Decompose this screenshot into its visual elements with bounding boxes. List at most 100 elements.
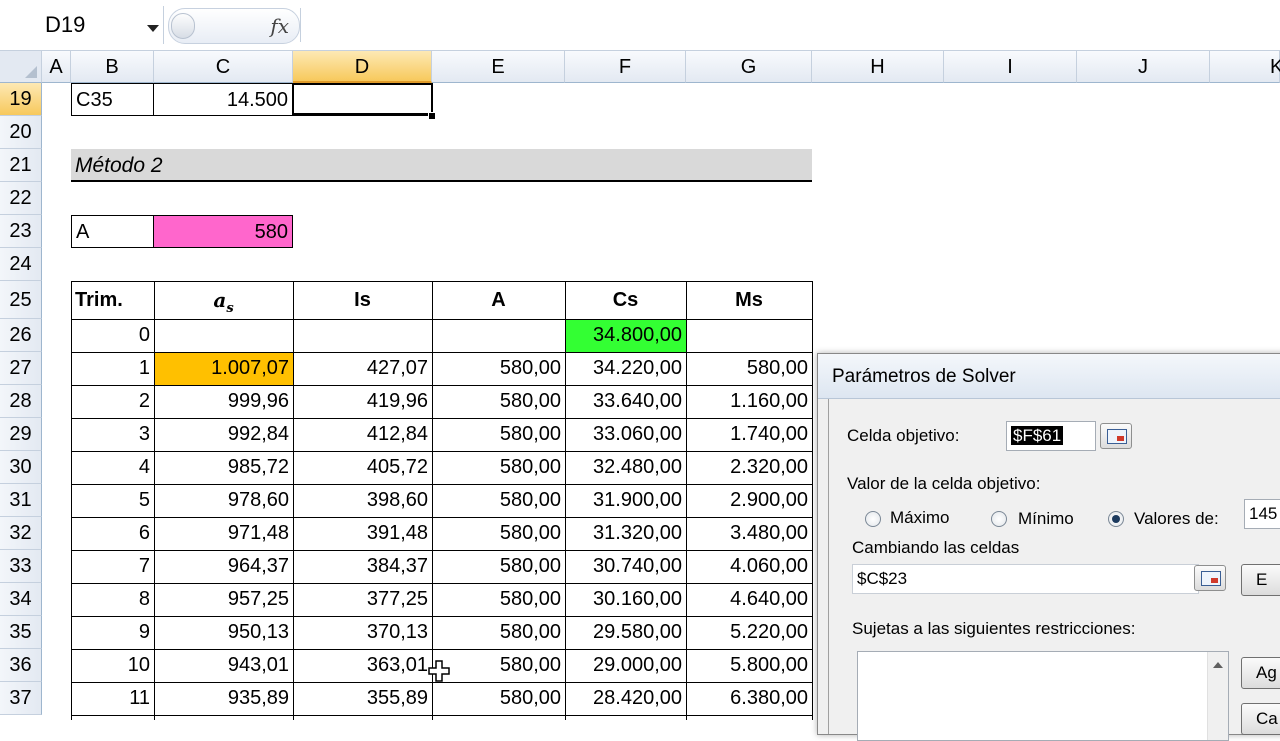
table-cell-is[interactable]: 377,25 <box>293 583 432 616</box>
row-header-30[interactable]: 30 <box>0 451 42 484</box>
table-cell-as[interactable]: 999,96 <box>154 385 293 418</box>
column-header-e[interactable]: E <box>432 51 565 83</box>
table-cell-cs[interactable]: 29.580,00 <box>565 616 686 649</box>
table-cell-as[interactable]: 943,01 <box>154 649 293 682</box>
resize-handle[interactable] <box>171 13 195 39</box>
table-cell-a[interactable]: 580,00 <box>432 451 565 484</box>
target-cell-input[interactable]: $F$61 <box>1006 421 1096 451</box>
table-cell-cs[interactable]: 29.000,00 <box>565 649 686 682</box>
value-of-input[interactable]: 145 <box>1244 499 1280 529</box>
table-cell-a[interactable]: 580,00 <box>432 550 565 583</box>
table-cell-is[interactable]: 355,89 <box>293 682 432 715</box>
table-cell-is[interactable]: 363,01 <box>293 649 432 682</box>
cell-b23[interactable]: A <box>71 215 154 248</box>
table-cell-ms[interactable]: 2.320,00 <box>686 451 812 484</box>
table-cell-cs[interactable]: 33.640,00 <box>565 385 686 418</box>
column-header-g[interactable]: G <box>686 51 812 83</box>
changing-ref-button[interactable] <box>1194 565 1226 591</box>
insert-function-control[interactable]: fx <box>168 8 300 44</box>
method-title[interactable]: Método 2 <box>71 149 812 182</box>
row-header-19[interactable]: 19 <box>0 83 42 116</box>
header-as[interactable]: as <box>154 281 293 319</box>
column-header-a[interactable]: A <box>42 51 71 83</box>
table-cell-trim[interactable]: 8 <box>71 583 154 616</box>
constraints-scrollbar[interactable] <box>1207 652 1228 740</box>
table-cell-a[interactable]: 580,00 <box>432 484 565 517</box>
table-cell-trim[interactable]: 9 <box>71 616 154 649</box>
radio-value-of-label[interactable]: Valores de: <box>1134 509 1219 529</box>
formula-input[interactable] <box>300 8 1280 42</box>
table-cell-trim[interactable]: 1 <box>71 352 154 385</box>
table-cell-trim[interactable]: 3 <box>71 418 154 451</box>
header-is[interactable]: Is <box>293 281 432 319</box>
table-cell-cs[interactable]: 33.060,00 <box>565 418 686 451</box>
column-header-c[interactable]: C <box>154 51 293 83</box>
table-cell-ms[interactable]: 5.800,00 <box>686 649 812 682</box>
table-cell-a[interactable]: 580,00 <box>432 517 565 550</box>
row-header-32[interactable]: 32 <box>0 517 42 550</box>
table-cell-trim[interactable]: 4 <box>71 451 154 484</box>
table-cell-a[interactable]: 580,00 <box>432 583 565 616</box>
radio-max-label[interactable]: Máximo <box>890 508 950 528</box>
cell-c23[interactable]: 580 <box>153 215 293 248</box>
radio-max[interactable] <box>865 511 881 527</box>
table-cell-ms[interactable]: 1.160,00 <box>686 385 812 418</box>
table-cell-cs[interactable]: 31.900,00 <box>565 484 686 517</box>
column-header-i[interactable]: I <box>944 51 1077 83</box>
table-cell-cs[interactable]: 32.480,00 <box>565 451 686 484</box>
table-cell-is[interactable]: 412,84 <box>293 418 432 451</box>
table-cell-a[interactable]: 580,00 <box>432 649 565 682</box>
change-button[interactable]: Ca <box>1241 703 1280 735</box>
row-header-20[interactable]: 20 <box>0 116 42 149</box>
table-cell-as[interactable]: 978,60 <box>154 484 293 517</box>
row-header-34[interactable]: 34 <box>0 583 42 616</box>
changing-cells-input[interactable]: $C$23 <box>852 564 1199 594</box>
header-cs[interactable]: Cs <box>565 281 686 319</box>
header-trim[interactable]: Trim. <box>71 281 154 319</box>
cell-f26[interactable]: 34.800,00 <box>565 319 686 352</box>
column-header-j[interactable]: J <box>1077 51 1210 83</box>
table-cell-ms[interactable]: 580,00 <box>686 352 812 385</box>
column-header-d[interactable]: D <box>293 51 432 83</box>
add-button[interactable]: Ag <box>1241 657 1280 689</box>
row-header-21[interactable]: 21 <box>0 149 42 182</box>
header-a[interactable]: A <box>432 281 565 319</box>
table-cell-trim[interactable]: 7 <box>71 550 154 583</box>
table-cell-cs[interactable]: 34.220,00 <box>565 352 686 385</box>
table-cell-ms[interactable]: 4.060,00 <box>686 550 812 583</box>
name-box[interactable]: D19 <box>0 6 164 44</box>
table-cell-a[interactable]: 580,00 <box>432 385 565 418</box>
radio-value-of[interactable] <box>1108 511 1124 527</box>
fill-handle[interactable] <box>428 112 436 120</box>
table-cell-a[interactable]: 580,00 <box>432 682 565 715</box>
cell-b19[interactable]: C35 <box>71 83 154 116</box>
row-header-24[interactable]: 24 <box>0 248 42 281</box>
column-header-b[interactable]: B <box>71 51 154 83</box>
constraints-list[interactable] <box>857 651 1229 741</box>
table-cell-trim[interactable]: 2 <box>71 385 154 418</box>
column-header-k[interactable]: K <box>1210 51 1280 83</box>
table-cell-a[interactable]: 580,00 <box>432 616 565 649</box>
table-cell-as[interactable]: 985,72 <box>154 451 293 484</box>
table-cell-ms[interactable]: 4.640,00 <box>686 583 812 616</box>
cell-d19-active[interactable] <box>292 83 433 116</box>
guess-button[interactable]: E <box>1241 564 1280 596</box>
row-header-25[interactable]: 25 <box>0 281 42 319</box>
table-cell-trim[interactable]: 5 <box>71 484 154 517</box>
table-cell-ms[interactable]: 1.740,00 <box>686 418 812 451</box>
dialog-title-bar[interactable]: Parámetros de Solver <box>818 354 1280 399</box>
row-header-27[interactable]: 27 <box>0 352 42 385</box>
table-cell-is[interactable]: 419,96 <box>293 385 432 418</box>
table-cell-cs[interactable]: 30.740,00 <box>565 550 686 583</box>
table-cell-is[interactable]: 391,48 <box>293 517 432 550</box>
table-cell-a[interactable]: 580,00 <box>432 352 565 385</box>
chevron-down-icon[interactable] <box>147 25 159 32</box>
row-header-35[interactable]: 35 <box>0 616 42 649</box>
select-all-button[interactable] <box>0 51 42 83</box>
table-cell-ms[interactable]: 6.380,00 <box>686 682 812 715</box>
row-header-22[interactable]: 22 <box>0 182 42 215</box>
table-cell-as[interactable]: 935,89 <box>154 682 293 715</box>
table-cell-as[interactable]: 957,25 <box>154 583 293 616</box>
table-cell-trim[interactable]: 11 <box>71 682 154 715</box>
header-ms[interactable]: Ms <box>686 281 812 319</box>
